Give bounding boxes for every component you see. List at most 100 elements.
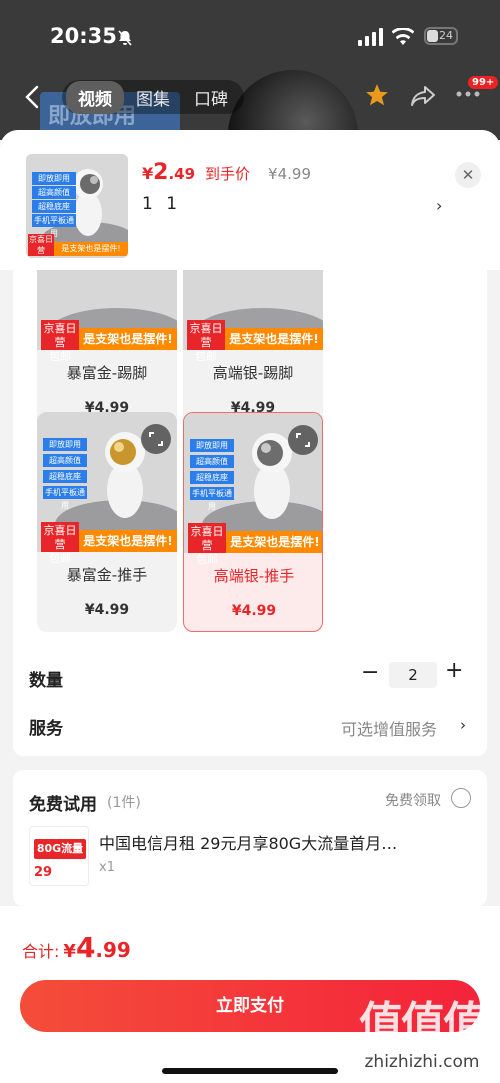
share-icon[interactable] [410, 84, 436, 108]
sheet-header: 即放即用 超高颜值 超稳底座 手机平板通用 京喜日营包邮 是支架也是摆件! ¥ … [0, 130, 500, 270]
options-card: 京喜日营 包邮 是支架也是摆件! 暴富金-踢脚 ¥4.99 京喜日营 包邮 是支架也… [13, 250, 487, 756]
free-shipping-tag: 京喜日营包邮 [28, 234, 54, 258]
stand-slogan-tag: 是支架也是摆件! [79, 328, 177, 350]
tag-stable-base: 超稳底座 [32, 200, 76, 213]
tag-phone-tablet: 手机平板通用 [43, 486, 87, 510]
free-shipping-tag: 京喜日营包邮 [188, 523, 226, 566]
stand-slogan-tag: 是支架也是摆件! [79, 530, 177, 552]
trial-item-image: 80G流量 29 [29, 826, 89, 886]
free-shipping-line1: 京喜日营 [29, 235, 53, 255]
battery-level: 24 [439, 29, 453, 42]
trial-image-title: 80G流量 [34, 839, 86, 859]
more-dots-icon[interactable] [456, 90, 480, 98]
bell-muted-icon [118, 30, 132, 46]
variant-option[interactable]: 京喜日营 包邮 是支架也是摆件! 高端银-踢脚 ¥4.99 [183, 250, 323, 430]
tab-gallery[interactable]: 图集 [124, 81, 182, 114]
home-indicator[interactable] [162, 1068, 338, 1074]
tag-ready-to-use: 即放即用 [190, 439, 234, 452]
tag-phone-tablet: 手机平板通用 [190, 487, 234, 511]
battery-icon: 24 [424, 27, 458, 45]
message-badge: 99+ [468, 76, 499, 89]
price-decimal: .49 [168, 165, 196, 183]
stand-slogan-tag: 是支架也是摆件! [225, 328, 323, 350]
sku-selection-sheet: 即放即用 超高颜值 超稳底座 手机平板通用 京喜日营包邮 是支架也是摆件! ¥ … [0, 130, 500, 1083]
media-tabs: 视频 图集 口碑 [62, 80, 244, 114]
close-button[interactable]: ✕ [455, 162, 481, 188]
tag-ready-to-use: 即放即用 [32, 172, 76, 185]
free-trial-count: (1件) [107, 795, 141, 811]
back-arrow-icon[interactable] [22, 84, 42, 110]
expand-icon [296, 433, 310, 447]
variant-name: 高端银-推手 [213, 567, 295, 585]
tag-stable-base: 超稳底座 [190, 471, 234, 484]
service-option-link[interactable]: 可选增值服务 [341, 716, 437, 740]
tag-stable-base: 超稳底座 [43, 470, 87, 483]
free-shipping-line1: 京喜日营 [43, 524, 77, 551]
chevron-right-icon[interactable]: › [436, 196, 442, 215]
tab-video[interactable]: 视频 [66, 80, 124, 114]
free-shipping-tag: 京喜日营包邮 [41, 320, 79, 363]
variant-name: 暴富金-踢脚 [66, 364, 148, 382]
top-nav: 视频 图集 口碑 99+ [0, 76, 500, 116]
free-trial-title: 免费试用 [29, 795, 97, 815]
original-price: ¥4.99 [268, 165, 311, 183]
free-trial-card: 免费试用 (1件) 免费领取 80G流量 29 中国电信月租 29元月享80G大… [13, 770, 487, 906]
expand-icon [149, 432, 163, 446]
order-total: 合计: ¥ 4 .99 [22, 931, 131, 964]
wifi-icon [392, 28, 414, 45]
free-shipping-line2: 包邮 [33, 257, 49, 258]
free-shipping-tag: 京喜日营包邮 [187, 320, 225, 363]
stand-slogan-tag: 是支架也是摆件! [226, 531, 322, 553]
cellular-signal-icon [358, 28, 383, 46]
free-shipping-line1: 京喜日营 [190, 525, 224, 552]
price-line: ¥ 2 .49 到手价 ¥4.99 [142, 160, 311, 185]
variant-name: 高端银-踢脚 [212, 364, 294, 382]
quantity-increase-button[interactable]: + [445, 658, 463, 683]
watermark-logo: 值值值 [359, 998, 487, 1049]
variant-option[interactable]: 京喜日营 包邮 是支架也是摆件! 暴富金-踢脚 ¥4.99 [37, 250, 177, 430]
free-claim-radio[interactable] [451, 788, 471, 808]
tag-ready-to-use: 即放即用 [43, 438, 87, 451]
tag-high-looks: 超高颜值 [190, 455, 234, 468]
price-currency: ¥ [142, 164, 154, 183]
final-price-label: 到手价 [205, 165, 251, 183]
site-watermark: 值值值 zhizhizhi.com [352, 998, 492, 1072]
stand-slogan-tag: 是支架也是摆件! [54, 242, 128, 256]
price-integer: 2 [153, 160, 169, 185]
trial-item-name[interactable]: 中国电信月租 29元月享80G大流量首月… [99, 830, 397, 854]
tab-reviews[interactable]: 口碑 [182, 81, 240, 114]
close-icon: ✕ [461, 166, 475, 184]
variant-price: ¥4.99 [231, 603, 277, 619]
total-decimal: .99 [95, 938, 131, 962]
free-shipping-line1: 京喜日营 [189, 322, 223, 349]
quantity-label: 数量 [29, 671, 63, 691]
total-integer: 4 [75, 931, 96, 964]
tag-phone-tablet: 手机平板通用 [32, 214, 76, 238]
variant-name: 暴富金-推手 [66, 566, 148, 584]
expand-image-button[interactable] [141, 424, 171, 454]
total-currency: ¥ [63, 941, 76, 962]
tag-high-looks: 超高颜值 [43, 454, 87, 467]
variant-option-selected[interactable]: 即放即用 超高颜值 超稳底座 手机平板通用 京喜日营 包邮 是支架也是摆件! 高端… [183, 412, 323, 632]
tag-high-looks: 超高颜值 [32, 186, 76, 199]
free-claim-label[interactable]: 免费领取 [385, 790, 441, 810]
service-label: 服务 [29, 719, 63, 739]
background-product-page: 即放即用 20:35 24 视频 图集 口碑 99+ [0, 0, 500, 140]
status-bar: 20:35 24 [0, 18, 500, 58]
variant-price: ¥4.99 [84, 602, 130, 618]
selected-product-thumbnail[interactable]: 即放即用 超高颜值 超稳底座 手机平板通用 京喜日营包邮 是支架也是摆件! [26, 154, 128, 258]
watermark-url: zhizhizhi.com [364, 1052, 480, 1072]
status-time: 20:35 [50, 24, 117, 48]
trial-item-quantity: x1 [99, 860, 115, 875]
free-shipping-line1: 京喜日营 [43, 322, 77, 349]
total-label: 合计: [22, 942, 60, 961]
quantity-decrease-button[interactable]: − [361, 660, 379, 685]
chevron-right-icon[interactable]: › [460, 716, 466, 734]
selected-spec-summary[interactable]: 1 1 [142, 194, 181, 214]
favorite-star-icon[interactable] [364, 82, 390, 108]
expand-image-button[interactable] [288, 425, 318, 455]
trial-image-price: 29 [34, 865, 53, 880]
free-shipping-tag: 京喜日营包邮 [41, 522, 79, 565]
quantity-stepper-value[interactable]: 2 [389, 662, 437, 688]
variant-option[interactable]: 即放即用 超高颜值 超稳底座 手机平板通用 京喜日营 包邮 是支架也是摆件! 暴富… [37, 412, 177, 632]
